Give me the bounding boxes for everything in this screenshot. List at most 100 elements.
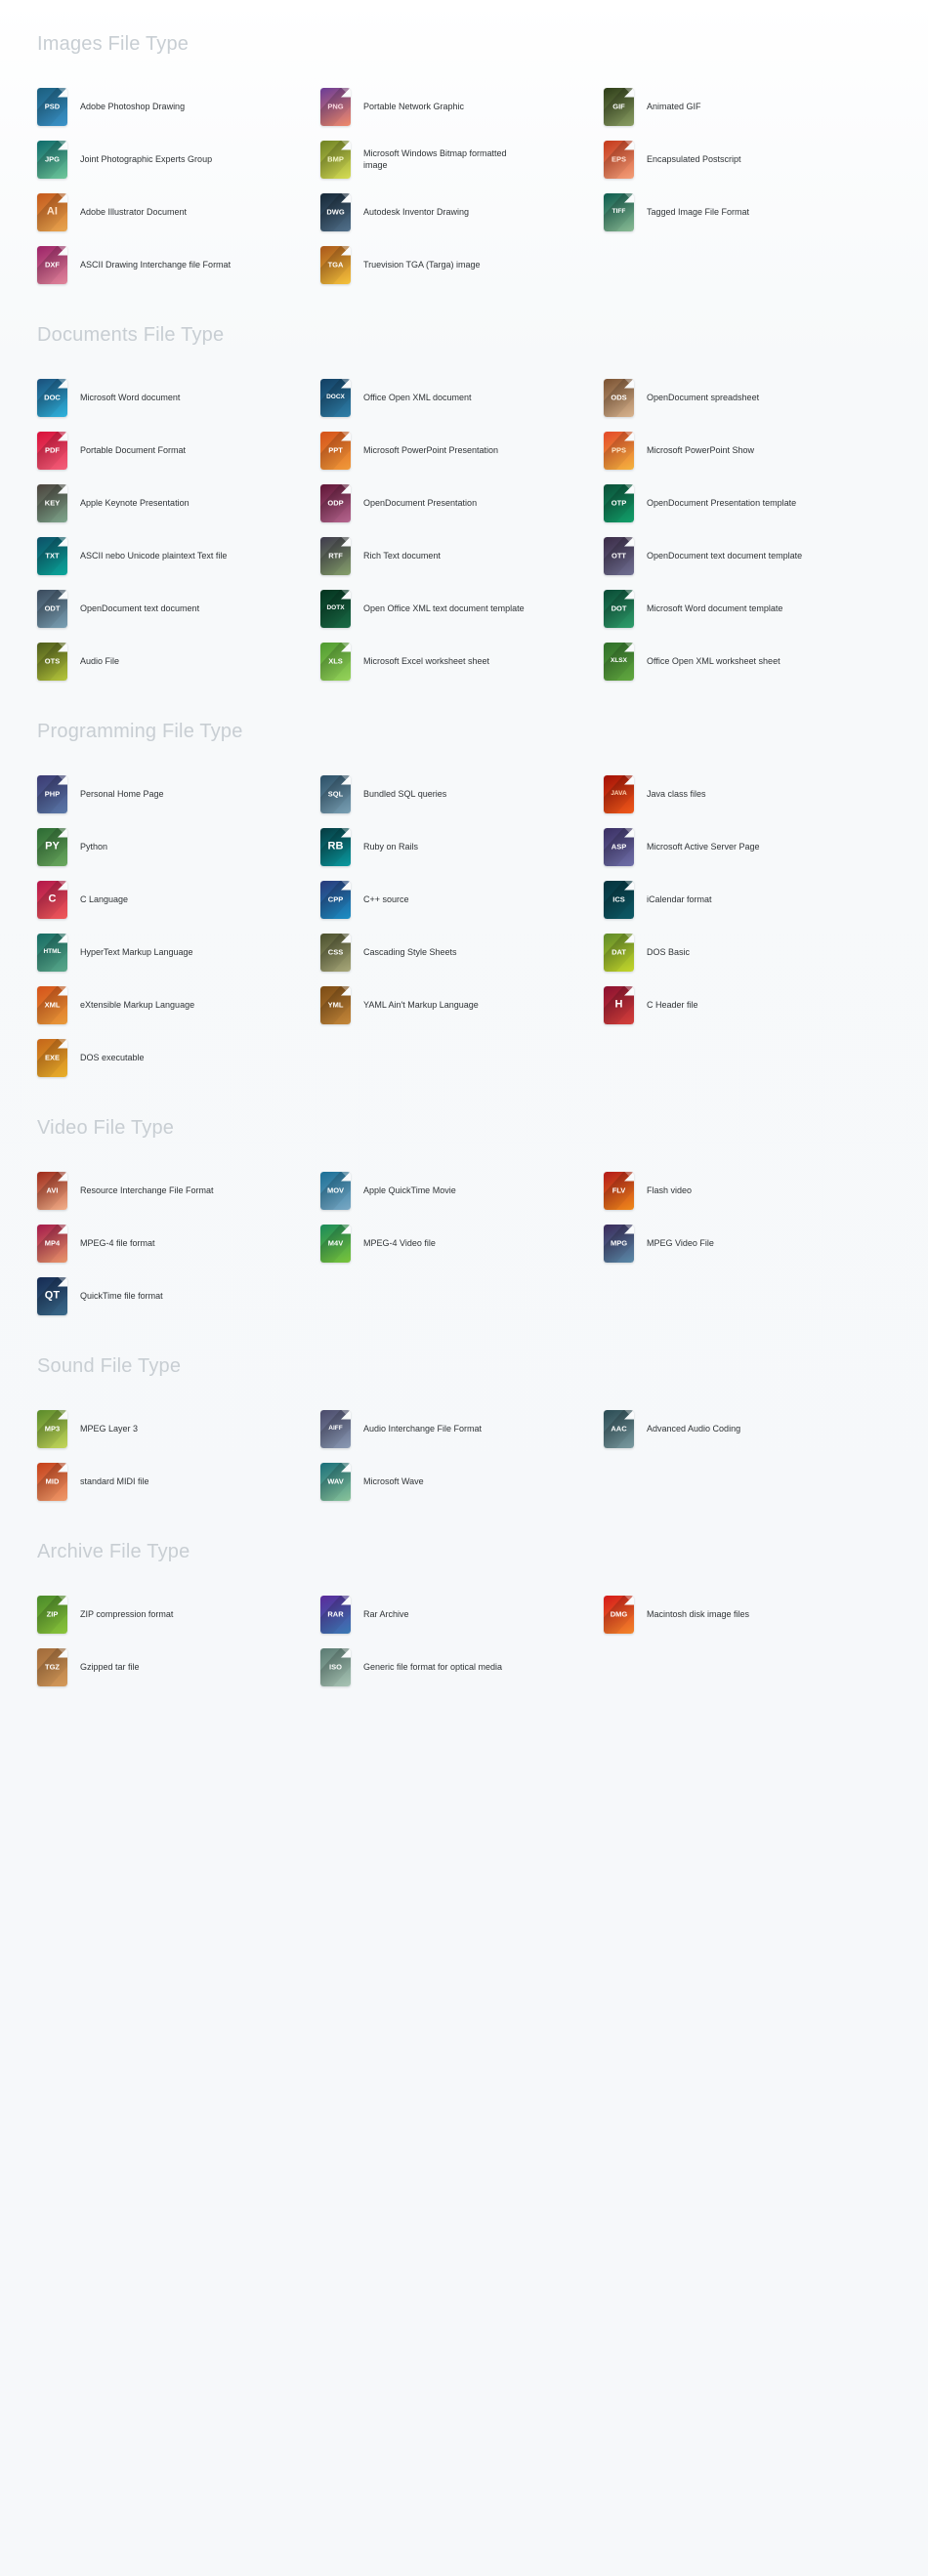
file-type-item[interactable]: SQL Bundled SQL queries <box>320 768 604 820</box>
file-type-item[interactable]: MOV Apple QuickTime Movie <box>320 1164 604 1217</box>
file-doc-icon: DOC <box>37 378 67 417</box>
file-extension-label: AVI <box>46 1185 59 1195</box>
file-type-item[interactable]: KEY Apple Keynote Presentation <box>37 477 320 529</box>
file-type-item[interactable]: DOC Microsoft Word document <box>37 371 320 424</box>
section-title-documents: Documents File Type <box>37 324 225 346</box>
file-type-item[interactable]: RAR Rar Archive <box>320 1588 604 1641</box>
file-tga-icon: TGA <box>320 245 351 284</box>
file-type-item[interactable]: TGA Truevision TGA (Targa) image <box>320 238 604 291</box>
file-type-item[interactable]: XLS Microsoft Excel worksheet sheet <box>320 635 604 687</box>
file-yml-icon: YML <box>320 985 351 1024</box>
file-type-item[interactable]: BMP Microsoft Windows Bitmap formatted im… <box>320 133 604 186</box>
file-type-item[interactable]: JAVA Java class files <box>604 768 887 820</box>
file-type-item[interactable]: CSS Cascading Style Sheets <box>320 926 604 978</box>
file-cpp-icon: CPP <box>320 880 351 919</box>
file-type-description: Personal Home Page <box>80 788 164 799</box>
file-type-description: Truevision TGA (Targa) image <box>363 259 481 270</box>
file-type-item[interactable]: CPP C++ source <box>320 873 604 926</box>
file-type-grid-programming: PHP Personal Home Page SQL Bundled SQL quer… <box>0 768 928 1084</box>
file-extension-label: MOV <box>326 1185 345 1195</box>
file-type-item[interactable]: ASP Microsoft Active Server Page <box>604 820 887 873</box>
file-type-description: Ruby on Rails <box>363 841 419 852</box>
file-type-item[interactable]: AAC Advanced Audio Coding <box>604 1402 887 1455</box>
file-type-item[interactable]: C C Language <box>37 873 320 926</box>
file-avi-icon: AVI <box>37 1171 67 1210</box>
file-type-item[interactable]: AVI Resource Interchange File Format <box>37 1164 320 1217</box>
file-type-item[interactable]: TIFF Tagged Image File Format <box>604 186 887 238</box>
file-type-item[interactable]: MP4 MPEG-4 file format <box>37 1217 320 1269</box>
file-type-item[interactable]: OTP OpenDocument Presentation template <box>604 477 887 529</box>
file-type-item[interactable]: DAT DOS Basic <box>604 926 887 978</box>
file-type-description: Portable Network Graphic <box>363 101 465 111</box>
file-type-item[interactable]: XML eXtensible Markup Language <box>37 978 320 1031</box>
file-type-item[interactable]: DMG Macintosh disk image files <box>604 1588 887 1641</box>
file-xlsx-icon: XLSX <box>604 642 634 681</box>
file-type-item[interactable]: HTML HyperText Markup Language <box>37 926 320 978</box>
file-extension-label: ICS <box>612 894 625 904</box>
file-type-item[interactable]: ODT OpenDocument text document <box>37 582 320 635</box>
file-type-item[interactable]: PY Python <box>37 820 320 873</box>
file-type-item[interactable]: PSD Adobe Photoshop Drawing <box>37 80 320 133</box>
file-type-item[interactable]: JPG Joint Photographic Experts Group <box>37 133 320 186</box>
file-type-item[interactable]: OTT OpenDocument text document template <box>604 529 887 582</box>
file-type-item[interactable]: DOT Microsoft Word document template <box>604 582 887 635</box>
file-type-item[interactable]: EPS Encapsulated Postscript <box>604 133 887 186</box>
file-type-item[interactable]: PNG Portable Network Graphic <box>320 80 604 133</box>
file-type-item[interactable]: PPS Microsoft PowerPoint Show <box>604 424 887 477</box>
file-type-grid-documents: DOC Microsoft Word document DOCX Office Ope… <box>0 371 928 687</box>
file-type-item[interactable]: EXE DOS executable <box>37 1031 320 1084</box>
file-type-reference-page: Images File Type PSD Adobe Photoshop Drawi… <box>0 0 928 2576</box>
file-type-item[interactable]: AIFF Audio Interchange File Format <box>320 1402 604 1455</box>
file-sql-icon: SQL <box>320 774 351 813</box>
file-dxf-icon: DXF <box>37 245 67 284</box>
file-type-description: Flash video <box>647 1184 693 1195</box>
file-type-item[interactable]: TGZ Gzipped tar file <box>37 1641 320 1693</box>
file-type-item[interactable]: QT QuickTime file format <box>37 1269 320 1322</box>
file-ics-icon: ICS <box>604 880 634 919</box>
file-type-item[interactable]: OTS Audio File <box>37 635 320 687</box>
file-type-item[interactable]: YML YAML Ain't Markup Language <box>320 978 604 1031</box>
file-type-item[interactable]: RB Ruby on Rails <box>320 820 604 873</box>
file-type-item[interactable]: ODS OpenDocument spreadsheet <box>604 371 887 424</box>
file-type-item[interactable]: DOCX Office Open XML document <box>320 371 604 424</box>
file-type-item[interactable]: PHP Personal Home Page <box>37 768 320 820</box>
file-type-item[interactable]: DXF ASCII Drawing Interchange file Format <box>37 238 320 291</box>
file-ott-icon: OTT <box>604 536 634 575</box>
file-ppt-icon: PPT <box>320 431 351 470</box>
section-programming: Programming File Type PHP Personal Home Pa… <box>0 687 928 1084</box>
file-type-item[interactable]: GIF Animated GIF <box>604 80 887 133</box>
file-type-item[interactable]: DWG Autodesk Inventor Drawing <box>320 186 604 238</box>
file-type-item[interactable]: XLSX Office Open XML worksheet sheet <box>604 635 887 687</box>
file-type-item[interactable]: M4V MPEG-4 Video file <box>320 1217 604 1269</box>
file-type-item[interactable]: ODP OpenDocument Presentation <box>320 477 604 529</box>
file-type-item[interactable]: ZIP ZIP compression format <box>37 1588 320 1641</box>
file-aac-icon: AAC <box>604 1409 634 1448</box>
file-type-item[interactable]: MID standard MIDI file <box>37 1455 320 1508</box>
file-type-item[interactable]: PPT Microsoft PowerPoint Presentation <box>320 424 604 477</box>
file-extension-label: BMP <box>327 154 344 164</box>
file-type-item[interactable]: H C Header file <box>604 978 887 1031</box>
file-type-item[interactable]: MPG MPEG Video File <box>604 1217 887 1269</box>
file-type-description: Microsoft Wave <box>363 1475 424 1486</box>
file-type-item[interactable]: WAV Microsoft Wave <box>320 1455 604 1508</box>
file-extension-label: RTF <box>328 551 343 561</box>
file-type-item[interactable]: ICS iCalendar format <box>604 873 887 926</box>
file-extension-label: DMG <box>610 1609 628 1619</box>
file-type-item[interactable]: TXT ASCII nebo Unicode plaintext Text fil… <box>37 529 320 582</box>
file-type-item[interactable]: FLV Flash video <box>604 1164 887 1217</box>
file-type-item[interactable]: RTF Rich Text document <box>320 529 604 582</box>
file-pdf-icon: PDF <box>37 431 67 470</box>
file-type-description: HyperText Markup Language <box>80 946 193 957</box>
file-rb-icon: RB <box>320 827 351 866</box>
file-type-grid-video: AVI Resource Interchange File Format MOV Ap… <box>0 1164 928 1322</box>
file-extension-label: ASP <box>611 842 627 852</box>
file-type-item[interactable]: DOTX Open Office XML text document templa… <box>320 582 604 635</box>
file-type-item[interactable]: AI Adobe Illustrator Document <box>37 186 320 238</box>
file-type-item[interactable]: ISO Generic file format for optical media <box>320 1641 604 1693</box>
file-type-item[interactable]: MP3 MPEG Layer 3 <box>37 1402 320 1455</box>
file-mov-icon: MOV <box>320 1171 351 1210</box>
file-type-description: Office Open XML worksheet sheet <box>647 655 780 666</box>
file-type-item[interactable]: PDF Portable Document Format <box>37 424 320 477</box>
section-sound: Sound File Type MP3 MPEG Layer 3 AIFF Audio … <box>0 1322 928 1508</box>
file-extension-label: OTT <box>612 551 626 561</box>
